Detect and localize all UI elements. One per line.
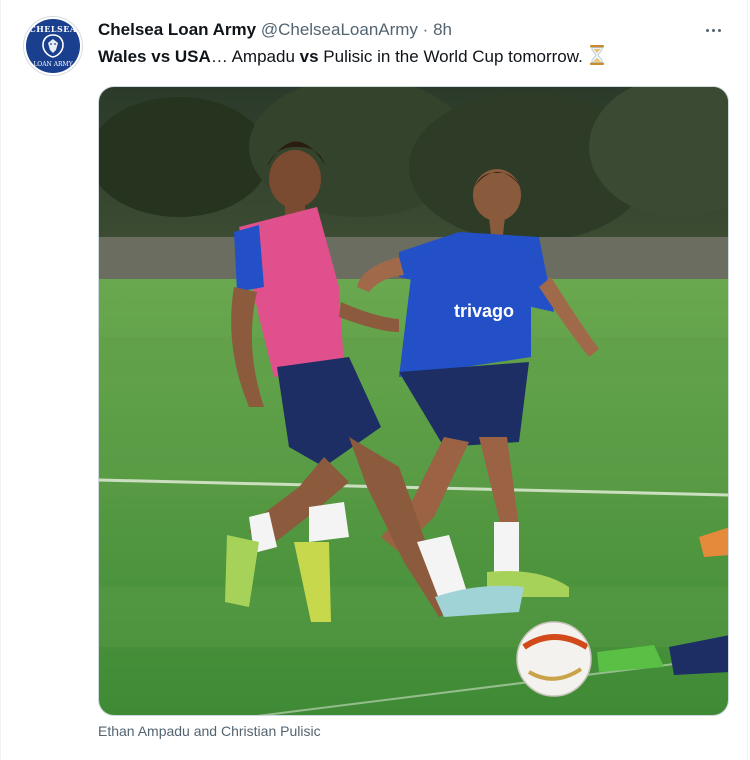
team-a: Wales xyxy=(98,47,147,66)
separator-dot: · xyxy=(422,20,429,39)
text-segment: … Ampadu xyxy=(210,47,300,66)
tweet-card[interactable]: CHELSEA LOAN ARMY Chelsea Loan Army @Che… xyxy=(0,0,748,760)
tweet-header: Chelsea Loan Army @ChelseaLoanArmy · 8h xyxy=(98,19,687,41)
tweet-text: Wales vs USA… Ampadu vs Pulisic in the W… xyxy=(98,45,718,71)
more-icon-dot xyxy=(717,28,721,32)
more-options-button[interactable] xyxy=(701,18,725,42)
avatar[interactable]: CHELSEA LOAN ARMY xyxy=(23,16,83,76)
tweet-timestamp[interactable]: 8h xyxy=(433,20,452,39)
photo-caption: Ethan Ampadu and Christian Pulisic xyxy=(98,723,321,739)
vs-word: vs xyxy=(299,47,319,66)
training-photo: trivago xyxy=(99,87,728,715)
logo-bottom-text: LOAN ARMY xyxy=(33,61,73,68)
user-handle[interactable]: @ChelseaLoanArmy xyxy=(261,20,418,39)
hourglass-icon xyxy=(589,45,605,71)
tweet-photo[interactable]: trivago xyxy=(98,86,729,716)
team-b: USA xyxy=(174,47,211,66)
lion-icon xyxy=(42,34,64,58)
tweet-actions-row xyxy=(98,752,698,760)
vs-word: vs xyxy=(151,47,171,66)
shirt-sponsor: trivago xyxy=(454,301,514,321)
more-icon-dot xyxy=(711,28,715,32)
chelsea-loan-army-logo: CHELSEA LOAN ARMY xyxy=(26,19,80,73)
display-name[interactable]: Chelsea Loan Army xyxy=(98,20,256,39)
text-segment: Pulisic in the World Cup tomorrow. xyxy=(318,47,583,66)
football xyxy=(516,621,592,697)
more-icon xyxy=(705,28,709,32)
